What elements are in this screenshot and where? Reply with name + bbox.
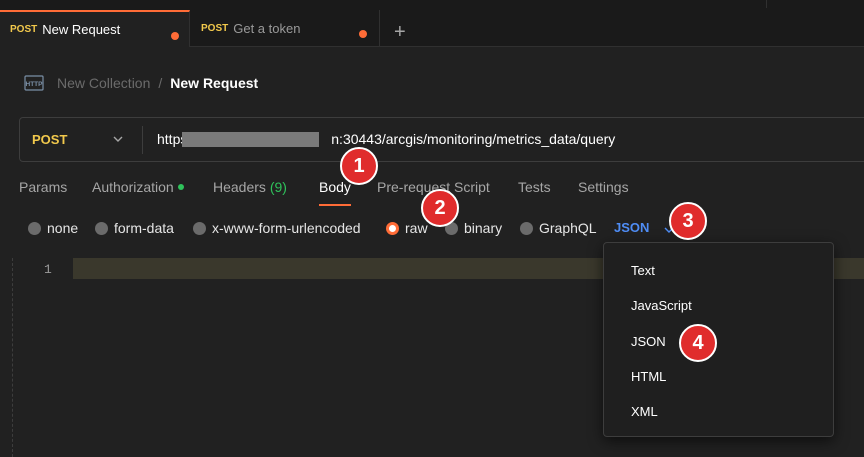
- menu-item-html[interactable]: HTML: [631, 369, 666, 384]
- active-tab-underline: [319, 204, 351, 206]
- annotation-badge-2: 2: [421, 189, 459, 227]
- menu-item-javascript[interactable]: JavaScript: [631, 298, 692, 313]
- tab-tests[interactable]: Tests: [518, 179, 551, 195]
- radio-label: form-data: [114, 220, 174, 236]
- radio-urlencoded[interactable]: x-www-form-urlencoded: [193, 220, 361, 236]
- radio-none[interactable]: none: [28, 220, 78, 236]
- breadcrumb: HTTP New Collection / New Request: [24, 73, 258, 93]
- http-request-icon: HTTP: [24, 75, 44, 91]
- radio-icon: [95, 221, 108, 235]
- tab-method: POST: [10, 24, 38, 35]
- tab-authorization[interactable]: Authorization: [92, 179, 184, 195]
- radio-raw[interactable]: raw: [386, 220, 428, 236]
- format-dropdown-menu: Text JavaScript JSON HTML XML: [603, 242, 834, 437]
- tab-settings[interactable]: Settings: [578, 179, 629, 195]
- svg-text:HTTP: HTTP: [26, 81, 44, 88]
- radio-label: x-www-form-urlencoded: [212, 220, 361, 236]
- tab-headers-label: Headers: [213, 179, 266, 195]
- menu-item-json[interactable]: JSON: [631, 334, 666, 349]
- annotation-badge-3: 3: [669, 202, 707, 240]
- method-label: POST: [32, 132, 68, 147]
- radio-label: binary: [464, 220, 503, 236]
- radio-label: GraphQL: [539, 220, 597, 236]
- tab-new-request[interactable]: POST New Request: [0, 10, 190, 47]
- menu-item-xml[interactable]: XML: [631, 404, 658, 419]
- radio-icon: [193, 221, 206, 235]
- chevron-down-icon: [113, 136, 123, 142]
- tab-bar: POST New Request POST Get a token +: [0, 0, 864, 47]
- radio-label: raw: [405, 220, 428, 236]
- new-tab-plus-icon[interactable]: +: [394, 22, 406, 42]
- radio-icon: [520, 221, 533, 235]
- radio-icon: [28, 221, 41, 235]
- radio-form-data[interactable]: form-data: [95, 220, 174, 236]
- unsaved-dot-icon: [359, 30, 367, 38]
- menu-item-text[interactable]: Text: [631, 263, 655, 278]
- headers-count: (9): [269, 179, 287, 195]
- tab-get-a-token[interactable]: POST Get a token: [191, 10, 380, 47]
- tab-body[interactable]: Body: [319, 179, 351, 195]
- breadcrumb-collection[interactable]: New Collection: [57, 75, 150, 91]
- tab-authorization-label: Authorization: [92, 179, 174, 195]
- tab-title: Get a token: [233, 21, 301, 36]
- divider: [766, 0, 767, 8]
- unsaved-dot-icon: [171, 32, 179, 40]
- divider: [142, 126, 143, 154]
- radio-graphql[interactable]: GraphQL: [520, 220, 597, 236]
- url-bar: POST https:// n:30443/arcgis/monitoring/…: [19, 117, 864, 162]
- tab-title: New Request: [42, 22, 121, 37]
- radio-binary[interactable]: binary: [445, 220, 502, 236]
- method-select[interactable]: POST: [20, 118, 142, 161]
- breadcrumb-request-name[interactable]: New Request: [170, 75, 258, 91]
- line-number: 1: [44, 262, 52, 277]
- tab-params[interactable]: Params: [19, 179, 67, 195]
- radio-label: none: [47, 220, 79, 236]
- tab-headers[interactable]: Headers (9): [213, 179, 287, 195]
- annotation-badge-4: 4: [679, 324, 717, 362]
- breadcrumb-separator: /: [158, 75, 163, 91]
- raw-format-select[interactable]: JSON: [614, 220, 649, 235]
- redacted-host-mask: [182, 132, 319, 147]
- radio-selected-icon: [386, 221, 399, 235]
- status-dot-icon: [177, 184, 184, 191]
- tab-method: POST: [201, 23, 229, 34]
- annotation-badge-1: 1: [340, 147, 378, 185]
